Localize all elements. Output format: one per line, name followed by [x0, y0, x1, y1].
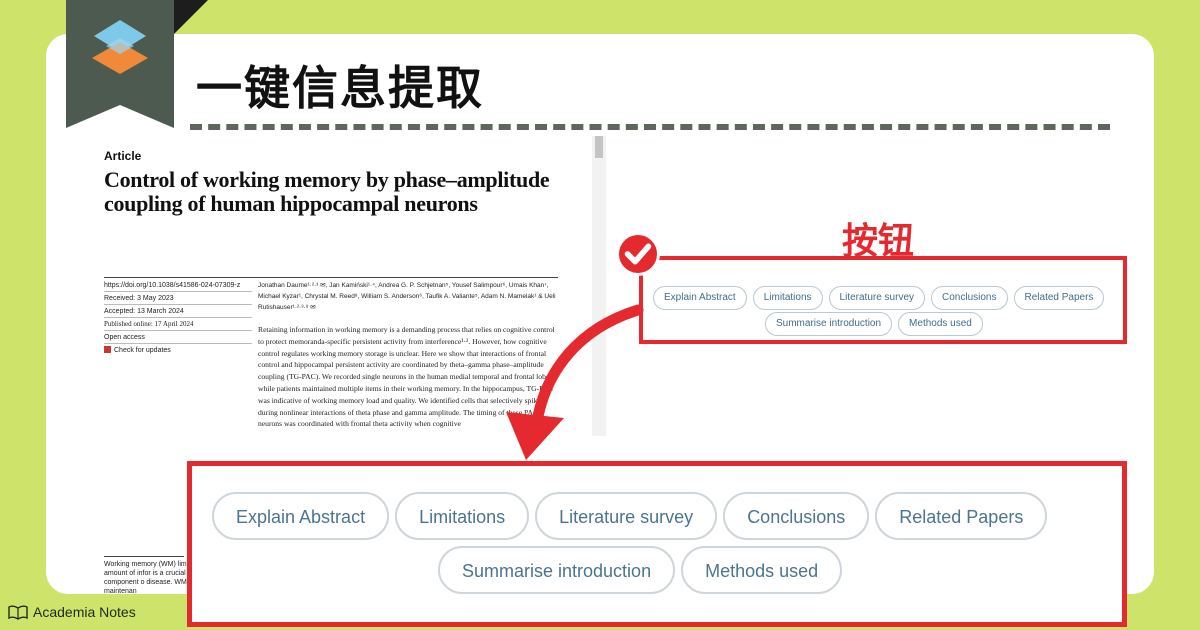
page-headline: 一键信息提取 [196, 61, 484, 115]
methods-used-button-large[interactable]: Methods used [681, 546, 843, 594]
action-row-small-1: Explain Abstract Limitations Literature … [653, 286, 1105, 310]
meta-published: Published online: 17 April 2024 [104, 318, 252, 331]
meta-open-access: Open access [104, 331, 252, 344]
explain-abstract-button[interactable]: Explain Abstract [653, 286, 747, 310]
brand-name: Academia Notes [33, 604, 136, 620]
article-meta: https://doi.org/10.1038/s41586-024-07309… [104, 279, 252, 357]
article-rule [104, 277, 558, 278]
layers-logo-icon [92, 20, 148, 74]
brand-footer: Academia Notes [8, 604, 136, 620]
curved-arrow-icon [506, 304, 644, 460]
limitations-button-large[interactable]: Limitations [395, 492, 530, 540]
check-badge [616, 232, 660, 276]
check-updates-label: Check for updates [114, 347, 171, 354]
action-row-large-1: Explain Abstract Limitations Literature … [212, 492, 1048, 540]
article-title: Control of working memory by phase–ampli… [104, 167, 550, 216]
article-type-label: Article [104, 149, 142, 163]
bookmark-fold [174, 0, 208, 34]
dashed-divider [190, 124, 1110, 130]
methods-used-button[interactable]: Methods used [898, 312, 983, 336]
related-papers-button-large[interactable]: Related Papers [875, 492, 1048, 540]
action-row-large-2: Summarise introduction Methods used [438, 546, 843, 594]
footer-rule [104, 556, 184, 557]
meta-received: Received: 3 May 2023 [104, 292, 252, 305]
button-panel-preview: Explain Abstract Limitations Literature … [639, 256, 1127, 344]
conclusions-button[interactable]: Conclusions [931, 286, 1008, 310]
literature-survey-button-large[interactable]: Literature survey [535, 492, 718, 540]
limitations-button[interactable]: Limitations [752, 286, 823, 310]
explain-abstract-button-large[interactable]: Explain Abstract [212, 492, 390, 540]
meta-accepted: Accepted: 13 March 2024 [104, 305, 252, 318]
scrollbar-thumb[interactable] [595, 136, 603, 158]
conclusions-button-large[interactable]: Conclusions [723, 492, 870, 540]
action-row-small-2: Summarise introduction Methods used [765, 312, 983, 336]
literature-survey-button[interactable]: Literature survey [828, 286, 926, 310]
summarise-introduction-button[interactable]: Summarise introduction [765, 312, 893, 336]
open-book-icon [8, 605, 28, 620]
related-papers-button[interactable]: Related Papers [1013, 286, 1105, 310]
update-icon [104, 346, 111, 353]
button-panel-zoomed: Explain Abstract Limitations Literature … [187, 461, 1127, 627]
checkmark-icon [624, 243, 652, 265]
summarise-introduction-button-large[interactable]: Summarise introduction [438, 546, 676, 594]
check-updates-link[interactable]: Check for updates [104, 344, 252, 357]
meta-doi[interactable]: https://doi.org/10.1038/s41586-024-07309… [104, 279, 252, 292]
